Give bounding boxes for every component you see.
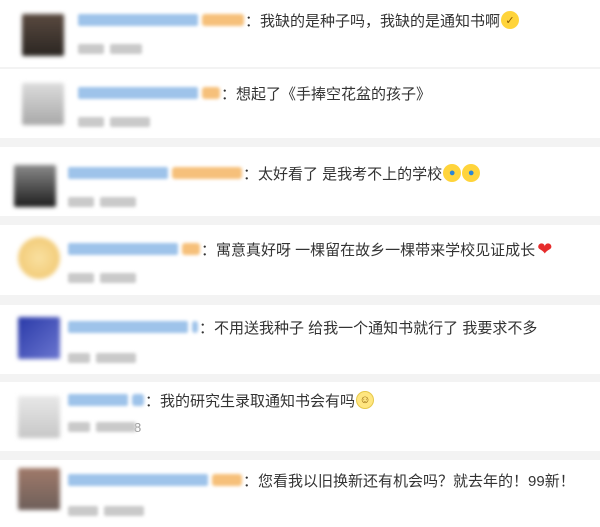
badge-icon <box>192 321 198 333</box>
comment-text: 我的研究生录取通知书会有吗 <box>160 392 356 410</box>
separator: ： <box>221 85 237 103</box>
comment-line: ： 寓意真好呀 一棵留在故乡一棵带来学校见证成长 ❤ <box>68 237 552 261</box>
username-blurred[interactable] <box>68 243 178 255</box>
timestamp-blurred <box>68 353 90 363</box>
like-count-blurred[interactable] <box>96 353 136 363</box>
separator: ： <box>243 165 259 183</box>
badge-icon <box>132 394 144 406</box>
crying-face-icon: ● <box>443 164 462 182</box>
timestamp-blurred <box>68 197 94 207</box>
comment-item: ： 我缺的是种子吗，我缺的是通知书啊 ✓ <box>0 0 600 67</box>
avatar[interactable] <box>22 14 64 56</box>
badge-icon <box>182 243 200 255</box>
timestamp-blurred <box>78 117 104 127</box>
comment-item: ： 您看我以旧换新还有机会吗？就去年的！99新！ <box>0 460 600 527</box>
comment-line: ： 您看我以旧换新还有机会吗？就去年的！99新！ <box>68 468 575 492</box>
comment-line: ： 不用送我种子 给我一个通知书就行了 我要求不多 <box>68 315 537 339</box>
timestamp-blurred <box>68 422 90 432</box>
comment-item: ： 想起了《手捧空花盆的孩子》 <box>0 69 600 138</box>
heart-icon: ❤ <box>537 239 553 259</box>
badge-icon <box>172 167 242 179</box>
separator: ： <box>243 472 259 490</box>
avatar[interactable] <box>18 468 60 510</box>
comment-meta: 8 <box>68 420 141 435</box>
like-count-blurred[interactable] <box>110 117 150 127</box>
comment-meta <box>68 504 144 518</box>
separator: ： <box>199 319 215 337</box>
comment-line: ： 想起了《手捧空花盆的孩子》 <box>78 81 431 105</box>
username-blurred[interactable] <box>68 321 188 333</box>
comment-text: 不用送我种子 给我一个通知书就行了 我要求不多 <box>214 319 538 337</box>
badge-icon <box>212 474 242 486</box>
comment-item: ： 寓意真好呀 一棵留在故乡一棵带来学校见证成长 ❤ <box>0 225 600 295</box>
like-count-blurred[interactable] <box>100 197 136 207</box>
comment-text: 寓意真好呀 一棵留在故乡一棵带来学校见证成长 <box>216 241 536 259</box>
comment-meta <box>78 115 150 129</box>
avatar[interactable] <box>18 396 60 438</box>
username-blurred[interactable] <box>68 474 208 486</box>
username-blurred[interactable] <box>78 87 198 99</box>
comment-item: ： 我的研究生录取通知书会有吗 ☺ 8 <box>0 382 600 451</box>
timestamp-blurred <box>68 273 94 283</box>
comment-meta <box>68 271 136 285</box>
username-blurred[interactable] <box>68 167 168 179</box>
badge-icon <box>202 87 220 99</box>
comment-meta <box>68 351 136 365</box>
like-count-blurred[interactable] <box>100 273 136 283</box>
separator: ： <box>245 12 261 30</box>
comment-meta <box>68 195 136 209</box>
comment-text: 想起了《手捧空花盆的孩子》 <box>236 85 432 103</box>
laughing-crying-emoji-icon: ✓ <box>501 11 520 29</box>
avatar[interactable] <box>18 317 60 359</box>
separator: ： <box>145 392 161 410</box>
avatar[interactable] <box>18 237 60 279</box>
comment-line: ： 太好看了 是我考不上的学校 ● ● <box>68 161 481 185</box>
winking-face-icon: ☺ <box>356 391 375 409</box>
separator: ： <box>201 241 217 259</box>
like-count-blurred[interactable] <box>104 506 144 516</box>
comment-text: 您看我以旧换新还有机会吗？就去年的！99新！ <box>258 472 575 490</box>
avatar[interactable] <box>14 165 56 207</box>
badge-icon <box>202 14 244 26</box>
comment-line: ： 我缺的是种子吗，我缺的是通知书啊 ✓ <box>78 8 520 32</box>
crying-face-icon: ● <box>462 164 481 182</box>
like-count-blurred[interactable] <box>110 44 142 54</box>
comment-item: ： 太好看了 是我考不上的学校 ● ● <box>0 147 600 216</box>
comment-item: ： 不用送我种子 给我一个通知书就行了 我要求不多 <box>0 305 600 374</box>
comment-meta <box>78 42 142 56</box>
comment-text: 我缺的是种子吗，我缺的是通知书啊 <box>260 12 501 30</box>
username-blurred[interactable] <box>68 394 128 406</box>
timestamp-blurred <box>78 44 104 54</box>
timestamp-blurred <box>68 506 98 516</box>
like-count-blurred[interactable] <box>96 422 136 432</box>
comment-line: ： 我的研究生录取通知书会有吗 ☺ <box>68 388 375 412</box>
comment-text: 太好看了 是我考不上的学校 <box>258 165 443 183</box>
username-blurred[interactable] <box>78 14 198 26</box>
avatar[interactable] <box>22 83 64 125</box>
comment-list: ： 我缺的是种子吗，我缺的是通知书啊 ✓ ： 想起了《手捧空花盆的孩子》 ： 太… <box>0 0 600 527</box>
